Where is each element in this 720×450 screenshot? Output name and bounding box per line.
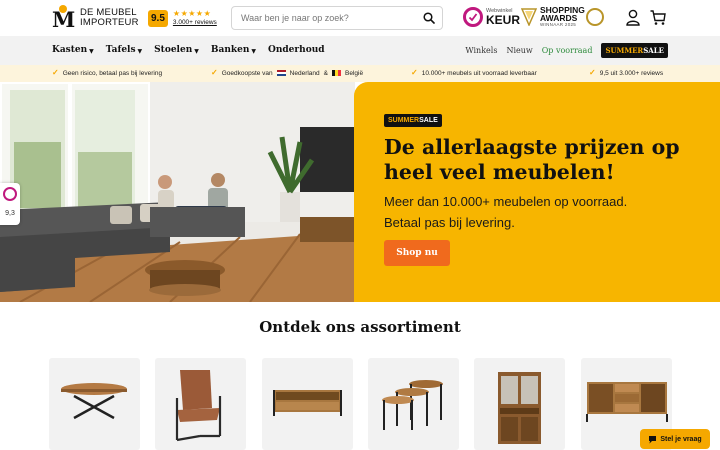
usp-text: Nederland xyxy=(289,69,320,77)
awards-title-2: AWARDS xyxy=(540,13,578,23)
belgian-flag-icon xyxy=(332,70,341,76)
round-table-icon xyxy=(61,383,127,420)
usp-bar: ✓ Geen risico, betaal pas bij levering ✓… xyxy=(0,65,720,82)
rating-reviews-link[interactable]: 3.000+ reviews xyxy=(173,18,217,27)
badge-part-2: SALE xyxy=(419,117,438,124)
hero-subtitle: Meer dan 10.000+ meubelen op voorraad. B… xyxy=(384,191,684,233)
search-bar xyxy=(231,6,443,30)
rating-stars-icon: ★★★★★ xyxy=(172,9,212,18)
nav-link-nieuw[interactable]: Nieuw xyxy=(506,46,532,55)
nav-item-kasten[interactable]: Kasten ▼ xyxy=(52,45,94,55)
shop-now-button[interactable]: Shop nu xyxy=(384,240,450,266)
chat-bubble-icon xyxy=(649,435,657,443)
usp-item: ✓ 10.000+ meubels uit voorraad leverbaar xyxy=(411,69,537,77)
rating-score: 9.5 xyxy=(148,9,168,27)
award-seal-icon xyxy=(586,8,604,26)
hero-title: De allerlaagste prijzen op heel veel meu… xyxy=(384,135,680,184)
logo-text: DE MEUBEL IMPORTEUR xyxy=(80,8,139,28)
usp-text: Geen risico, betaal pas bij levering xyxy=(62,69,163,77)
side-rating-score: 9,3 xyxy=(5,210,15,217)
logo-mark-icon: M xyxy=(52,5,76,32)
usp-item: ✓ Geen risico, betaal pas bij levering xyxy=(52,69,162,77)
sale-part-1: SUMMER xyxy=(605,46,644,55)
chat-button[interactable]: Stel je vraag xyxy=(640,429,710,449)
user-icon[interactable] xyxy=(626,9,640,26)
keur-big-text: KEUR xyxy=(486,13,521,27)
chevron-down-icon: ▼ xyxy=(89,47,94,55)
nav-label: Tafels xyxy=(105,45,136,55)
nav-label: Kasten xyxy=(52,45,88,55)
sale-part-2: SALE xyxy=(643,46,664,55)
nav-item-banken[interactable]: Banken ▼ xyxy=(211,45,256,55)
nav-link-winkels[interactable]: Winkels xyxy=(465,46,497,55)
webwinkel-keur-badge[interactable]: Webwinkel KEUR xyxy=(463,7,520,27)
nav-link-op-voorraad[interactable]: Op voorraad xyxy=(542,46,593,55)
hero-subtitle-line: Betaal pas bij levering. xyxy=(384,215,515,230)
nav-item-stoelen[interactable]: Stoelen ▼ xyxy=(154,45,199,55)
usp-text: & xyxy=(323,69,328,77)
badge-part-1: SUMMER xyxy=(388,117,420,124)
keur-check-icon xyxy=(463,7,483,27)
check-icon: ✓ xyxy=(589,68,596,77)
nav-item-onderhoud[interactable]: Onderhoud xyxy=(268,45,325,55)
hero-subtitle-line: Meer dan 10.000+ meubelen op voorraad. xyxy=(384,194,628,209)
keur-ring-icon xyxy=(3,187,17,201)
hero-summer-sale-badge: SUMMERSALE xyxy=(384,114,442,127)
site-header: M DE MEUBEL IMPORTEUR 9.5 ★★★★★ 3.000+ r… xyxy=(0,0,720,36)
chevron-down-icon: ▼ xyxy=(251,47,256,55)
usp-item: ✓ Goedkoopste van Nederland & België xyxy=(211,69,363,77)
nav-label: Banken xyxy=(210,45,250,55)
nav-categories: Kasten ▼ Tafels ▼ Stoelen ▼ Banken ▼ Onderho… xyxy=(52,45,325,55)
usp-item: ✓ 9,5 uit 3.000+ reviews xyxy=(589,69,663,77)
nav-label: Stoelen xyxy=(154,45,193,55)
usp-text: 9,5 uit 3.000+ reviews xyxy=(599,69,664,77)
category-tile-cabinets[interactable] xyxy=(262,358,353,450)
check-icon: ✓ xyxy=(211,68,218,77)
nav-secondary: Winkels Nieuw Op voorraad SUMMERSALE xyxy=(465,43,668,58)
side-rating-badge[interactable]: 9,3 xyxy=(0,183,20,225)
chevron-down-icon: ▼ xyxy=(137,47,143,55)
awards-shield-icon xyxy=(521,8,537,26)
check-icon: ✓ xyxy=(411,68,418,77)
check-icon: ✓ xyxy=(52,68,59,77)
chat-label: Stel je vraag xyxy=(660,435,702,443)
rating-widget[interactable]: 9.5 ★★★★★ 3.000+ reviews xyxy=(148,9,217,27)
category-tile-display-cabinets[interactable] xyxy=(474,358,565,450)
usp-text: Goedkoopste van xyxy=(221,69,273,77)
leather-chair-icon xyxy=(175,370,222,442)
nav-label: Onderhoud xyxy=(268,45,325,55)
hero-image[interactable] xyxy=(0,82,355,302)
logo[interactable]: M DE MEUBEL IMPORTEUR xyxy=(52,5,139,32)
assortment-title: Ontdek ons assortiment xyxy=(259,318,461,336)
nav-item-tafels[interactable]: Tafels ▼ xyxy=(106,45,142,55)
chevron-down-icon: ▼ xyxy=(194,47,199,55)
usp-text: België xyxy=(345,69,364,77)
category-tile-chairs[interactable] xyxy=(155,358,246,450)
category-tile-tables[interactable] xyxy=(49,358,140,450)
cart-icon[interactable] xyxy=(650,10,666,26)
nav-summer-sale-button[interactable]: SUMMERSALE xyxy=(601,43,668,58)
display-cabinet-icon xyxy=(498,372,541,444)
logo-line-2: IMPORTEUR xyxy=(80,17,139,28)
usp-text: 10.000+ meubels uit voorraad leverbaar xyxy=(421,69,537,77)
shopping-awards-badge[interactable]: SHOPPING AWARDS WINNAAR 2025 xyxy=(521,6,585,28)
nesting-tables-icon xyxy=(382,380,443,430)
main-nav: Kasten ▼ Tafels ▼ Stoelen ▼ Banken ▼ Onderho… xyxy=(0,36,720,65)
dutch-flag-icon xyxy=(276,70,286,76)
search-input[interactable] xyxy=(232,13,418,23)
living-room-photo xyxy=(0,82,355,302)
category-tile-side-tables[interactable] xyxy=(368,358,459,450)
search-icon[interactable] xyxy=(423,12,435,24)
awards-sub: WINNAAR 2025 xyxy=(540,22,577,27)
tv-cabinet-icon xyxy=(273,390,342,416)
